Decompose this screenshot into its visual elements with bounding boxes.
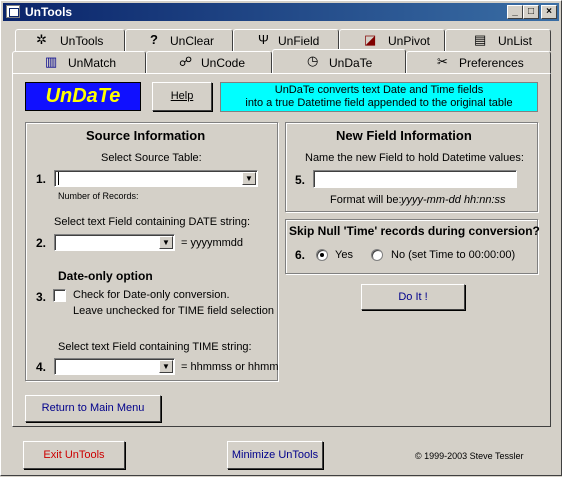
- text-cursor: [58, 172, 59, 185]
- chevron-down-icon: ▼: [159, 236, 173, 249]
- app-icon: [6, 5, 20, 18]
- pivot-icon: ◪: [364, 32, 377, 47]
- close-window-button[interactable]: ×: [541, 5, 557, 19]
- list-icon: ▤: [474, 32, 487, 47]
- tab-preferences-label: Preferences: [459, 56, 524, 70]
- return-to-main-menu-button[interactable]: Return to Main Menu: [25, 395, 161, 422]
- minimize-window-button[interactable]: _: [507, 5, 523, 19]
- field-icon: Ψ: [258, 32, 269, 47]
- tab-unpivot[interactable]: ◪ UnPivot: [339, 29, 445, 51]
- tab-undate[interactable]: ◷ UnDaTe: [272, 49, 406, 73]
- maximize-window-button[interactable]: □: [523, 5, 539, 19]
- chevron-down-icon: ▼: [242, 172, 256, 185]
- copyright-text: © 1999-2003 Steve Tessler: [415, 451, 524, 461]
- date-only-checkbox[interactable]: [53, 289, 66, 302]
- tab-unlist[interactable]: ▤ UnList: [445, 29, 551, 51]
- tab-undate-label: UnDaTe: [329, 56, 373, 70]
- question-icon: ?: [150, 32, 158, 47]
- tab-unpivot-label: UnPivot: [388, 34, 431, 48]
- gear-star-icon: ✲: [36, 32, 47, 47]
- tab-untools[interactable]: ✲ UnTools: [15, 29, 125, 51]
- chevron-down-icon: ▼: [159, 360, 173, 373]
- tab-unclear[interactable]: ? UnClear: [125, 29, 233, 51]
- match-icon: ▥: [45, 54, 58, 69]
- skip-null-no-radio[interactable]: [371, 249, 383, 261]
- tab-uncode[interactable]: ☍ UnCode: [146, 51, 272, 73]
- tab-untools-label: UnTools: [60, 34, 104, 48]
- tab-unmatch-label: UnMatch: [68, 56, 117, 70]
- tab-unlist-label: UnList: [498, 34, 533, 48]
- skip-null-yes-radio[interactable]: [316, 249, 328, 261]
- untools-window: UnTools _ □ × ✲ UnTools ? UnClear Ψ UnFi…: [0, 0, 562, 476]
- tools-icon: ✂: [437, 54, 448, 69]
- tab-unclear-label: UnClear: [170, 34, 215, 48]
- tab-unmatch[interactable]: ▥ UnMatch: [12, 51, 146, 73]
- time-field-select[interactable]: ▼: [54, 358, 175, 375]
- date-field-select[interactable]: ▼: [54, 234, 175, 251]
- help-button[interactable]: Help: [152, 82, 212, 111]
- code-icon: ☍: [179, 54, 193, 69]
- source-table-select[interactable]: ▼: [54, 170, 258, 187]
- clock-icon: ◷: [307, 53, 319, 68]
- do-it-button[interactable]: Do It !: [361, 284, 465, 310]
- help-button-label: Help: [170, 90, 194, 102]
- exit-untools-button[interactable]: Exit UnTools: [23, 441, 125, 469]
- title-bar: UnTools _ □ ×: [3, 3, 559, 21]
- tab-uncode-label: UnCode: [201, 56, 246, 70]
- tab-unfield-label: UnField: [278, 34, 320, 48]
- tab-unfield[interactable]: Ψ UnField: [233, 29, 339, 51]
- new-field-name-input[interactable]: [313, 170, 517, 188]
- window-title: UnTools: [25, 5, 73, 19]
- tab-preferences[interactable]: ✂ Preferences: [406, 51, 551, 73]
- minimize-untools-button[interactable]: Minimize UnTools: [227, 441, 323, 469]
